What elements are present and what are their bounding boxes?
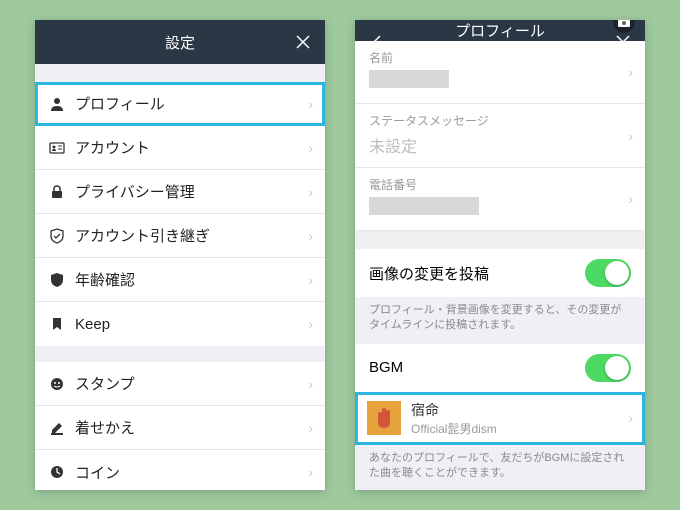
chevron-right-icon: › [308,228,313,244]
brush-icon [49,420,75,436]
row-label: アカウント [75,137,308,158]
name-label: 名前 [369,49,631,66]
row-label: プロフィール [75,93,308,114]
settings-row-account[interactable]: アカウント› [35,126,325,170]
settings-row-privacy[interactable]: プライバシー管理› [35,170,325,214]
song-title: 宿命 [411,400,628,420]
phone-field[interactable]: 電話番号 › [355,168,645,231]
settings-list[interactable]: プロフィール›アカウント›プライバシー管理›アカウント引き継ぎ›年齢確認›Kee… [35,64,325,490]
phone-value-redacted [369,197,479,215]
phone-label: 電話番号 [369,176,631,193]
row-label: 年齢確認 [75,269,308,290]
row-label: プライバシー管理 [75,181,308,202]
settings-header: 設定 [35,20,325,64]
bgm-row: BGM [355,344,645,392]
chevron-right-icon: › [308,376,313,392]
bgm-song-row[interactable]: 宿命 Official髭男dism › [355,392,645,445]
post-change-toggle[interactable] [585,259,631,287]
shield-icon [49,228,75,244]
hand-icon [372,406,396,430]
badge-icon [49,272,75,288]
chevron-right-icon: › [628,410,633,426]
profile-screen: プロフィール 名前 › ステータスメッセージ 未設定 › 電話番号 › 画像の変… [355,20,645,490]
chevron-right-icon: › [308,464,313,480]
name-field[interactable]: 名前 › [355,41,645,104]
chevron-right-icon: › [308,272,313,288]
settings-row-age[interactable]: 年齢確認› [35,258,325,302]
row-label: アカウント引き継ぎ [75,225,308,246]
chevron-right-icon: › [628,128,633,144]
song-artist: Official髭男dism [411,420,628,437]
row-label: コイン [75,462,308,483]
bookmark-icon [49,316,75,332]
row-label: スタンプ [75,373,308,394]
row-label: Keep [75,316,308,333]
settings-row-themes[interactable]: 着せかえ› [35,406,325,450]
close-icon [295,34,311,50]
settings-row-stamps[interactable]: スタンプ› [35,362,325,406]
profile-title: プロフィール [455,20,545,41]
settings-row-coin[interactable]: コイン› [35,450,325,490]
bgm-caption: あなたのプロフィールで、友だちがBGMに設定された曲を聴くことができます。 [355,445,645,490]
chevron-right-icon: › [308,184,313,200]
bgm-label: BGM [369,359,403,376]
chevron-right-icon: › [308,420,313,436]
clock-icon [49,464,75,480]
chevron-right-icon: › [308,96,313,112]
id-icon [49,140,75,156]
status-label: ステータスメッセージ [369,112,631,129]
chevron-right-icon: › [308,140,313,156]
person-icon [49,96,75,112]
settings-title: 設定 [165,32,195,53]
row-label: 着せかえ [75,417,308,438]
post-change-caption: プロフィール・背景画像を変更すると、その変更がタイムラインに投稿されます。 [355,297,645,344]
profile-header: プロフィール [355,20,645,41]
song-artwork [367,401,401,435]
status-value: 未設定 [369,133,631,157]
close-button[interactable] [281,20,325,64]
chevron-right-icon: › [308,316,313,332]
chevron-right-icon: › [628,191,633,207]
post-change-row: 画像の変更を投稿 [355,249,645,297]
status-field[interactable]: ステータスメッセージ 未設定 › [355,104,645,168]
chevron-right-icon: › [628,64,633,80]
lock-icon [49,184,75,200]
settings-row-keep[interactable]: Keep› [35,302,325,346]
settings-row-profile[interactable]: プロフィール› [35,82,325,126]
smile-icon [49,376,75,392]
post-change-label: 画像の変更を投稿 [369,263,489,284]
song-info: 宿命 Official髭男dism [411,400,628,437]
settings-screen: 設定 プロフィール›アカウント›プライバシー管理›アカウント引き継ぎ›年齢確認›… [35,20,325,490]
camera-icon [618,20,630,27]
bgm-toggle[interactable] [585,354,631,382]
name-value-redacted [369,70,449,88]
settings-row-transfer[interactable]: アカウント引き継ぎ› [35,214,325,258]
